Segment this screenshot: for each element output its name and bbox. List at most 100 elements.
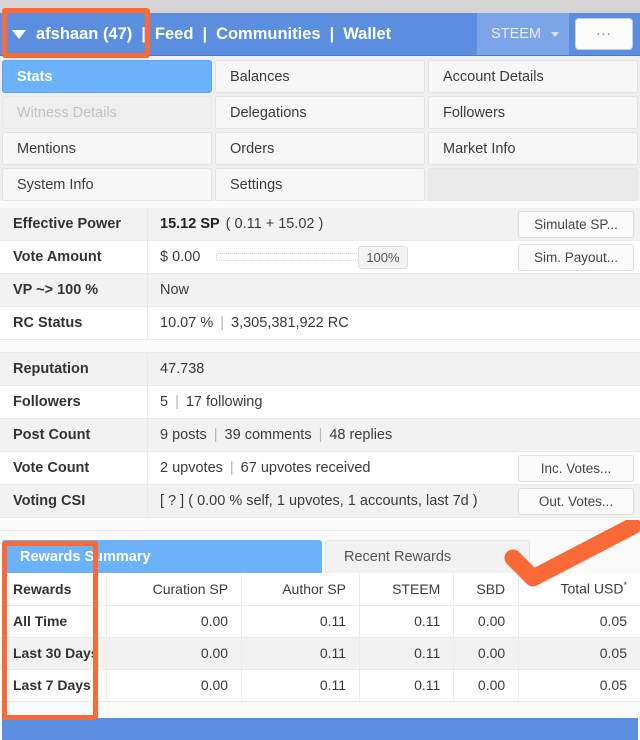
row-period-last-7-days: Last 7 Days <box>0 669 107 702</box>
stat-action-post-count <box>512 419 640 451</box>
rewards-panel: Rewards Summary Recent Rewards Rewards C… <box>0 540 640 715</box>
tab-orders[interactable]: Orders <box>215 132 425 165</box>
stat-label-vote-amount: Vote Amount <box>0 241 148 273</box>
stat-label-voting-csi: Voting CSI <box>0 485 148 517</box>
currency-select-value: STEEM <box>491 26 541 42</box>
replies-count: 48 replies <box>329 427 393 443</box>
rewards-table-head: Rewards Curation SP Author SP STEEM SBD … <box>0 573 640 606</box>
rc-percent: 10.07 % <box>160 315 214 331</box>
tab-system-info[interactable]: System Info <box>2 168 212 201</box>
stat-value-followers: 5 | 17 following <box>148 386 512 418</box>
vote-weight-slider-track[interactable] <box>216 253 367 261</box>
account-name-label[interactable]: afshaan (47) <box>36 25 132 44</box>
voting-csi-value: [ ? ] ( 0.00 % self, 1 upvotes, 1 accoun… <box>160 493 478 509</box>
cell-total-usd-last-30-days: 0.05 <box>518 637 640 670</box>
stat-action-rc-status <box>512 307 640 339</box>
top-gray-strip <box>0 0 640 13</box>
stat-row-followers: Followers 5 | 17 following <box>0 386 640 419</box>
nav-link-feed[interactable]: Feed <box>155 25 194 44</box>
rewards-header-row: Rewards Curation SP Author SP STEEM SBD … <box>0 573 640 606</box>
stat-label-reputation: Reputation <box>0 353 148 385</box>
row-period-last-30-days: Last 30 Days <box>0 637 107 670</box>
account-tab-grid: Stats Balances Account Details Witness D… <box>0 56 640 201</box>
stat-value-reputation: 47.738 <box>148 353 512 385</box>
stat-value-vote-amount: $ 0.00 100% <box>148 241 512 273</box>
tab-settings[interactable]: Settings <box>215 168 425 201</box>
stat-action-simulate-sp: Simulate SP... <box>512 208 640 240</box>
cell-steem-last-7-days: 0.11 <box>359 669 455 702</box>
rc-amount: 3,305,381,922 RC <box>231 315 349 331</box>
bottom-blue-bar <box>2 718 638 740</box>
post-separator-1: | <box>213 427 218 443</box>
chevron-down-icon[interactable] <box>12 29 26 39</box>
upvotes-given: 2 upvotes <box>160 460 223 476</box>
tab-stats[interactable]: Stats <box>2 60 212 93</box>
outgoing-votes-button[interactable]: Out. Votes... <box>518 487 634 515</box>
stat-row-effective-power: Effective Power 15.12 SP ( 0.11 + 15.02 … <box>0 208 640 241</box>
tab-delegations-label: Delegations <box>230 104 307 121</box>
incoming-votes-label: Inc. Votes... <box>540 460 612 476</box>
chevron-down-small-icon <box>551 31 559 37</box>
cell-sbd-last-30-days: 0.00 <box>453 637 520 670</box>
nav-separator-2: | <box>329 24 335 43</box>
steem-account-stats-page: afshaan (47) | Feed | Communities | Wall… <box>0 0 640 740</box>
stat-action-reputation <box>512 353 640 385</box>
tab-witness-details-label: Witness Details <box>17 104 117 121</box>
tab-recent-rewards[interactable]: Recent Rewards <box>325 540 530 573</box>
tab-rewards-summary[interactable]: Rewards Summary <box>2 540 322 573</box>
cell-author-sp-last-30-days: 0.11 <box>241 637 361 670</box>
currency-select[interactable]: STEEM <box>477 13 569 55</box>
nav-link-wallet[interactable]: Wallet <box>343 25 391 44</box>
col-header-rewards: Rewards <box>0 573 107 606</box>
table-row: Last 30 Days 0.00 0.11 0.11 0.00 0.05 <box>0 637 640 670</box>
rewards-table-body: All Time 0.00 0.11 0.11 0.00 0.05 Last 3… <box>0 605 640 702</box>
stat-value-effective-power: 15.12 SP ( 0.11 + 15.02 ) <box>148 208 512 240</box>
stat-action-vp-recovery <box>512 274 640 306</box>
stat-row-rc-status: RC Status 10.07 % | 3,305,381,922 RC <box>0 307 640 340</box>
col-header-steem: STEEM <box>359 573 455 606</box>
stat-row-vote-amount: Vote Amount $ 0.00 100% Sim. Payout... <box>0 241 640 274</box>
vote-weight-percent: 100% <box>358 245 408 269</box>
tab-balances[interactable]: Balances <box>215 60 425 93</box>
vote-weight-slider[interactable]: 100% <box>216 245 408 269</box>
stat-row-post-count: Post Count 9 posts | 39 comments | 48 re… <box>0 419 640 452</box>
header-actions: STEEM ... <box>477 13 640 55</box>
incoming-votes-button[interactable]: Inc. Votes... <box>518 454 634 482</box>
cell-sbd-last-7-days: 0.00 <box>453 669 520 702</box>
tab-mentions[interactable]: Mentions <box>2 132 212 165</box>
nav-link-communities[interactable]: Communities <box>216 25 321 44</box>
tab-account-details-label: Account Details <box>443 68 544 85</box>
tab-account-details[interactable]: Account Details <box>428 60 638 93</box>
stat-row-vote-count: Vote Count 2 upvotes | 67 upvotes receiv… <box>0 452 640 485</box>
stat-label-followers: Followers <box>0 386 148 418</box>
rewards-footer-gap <box>0 701 640 715</box>
cell-curation-sp-last-7-days: 0.00 <box>106 669 243 702</box>
tab-market-info[interactable]: Market Info <box>428 132 638 165</box>
tab-delegations[interactable]: Delegations <box>215 96 425 129</box>
tab-followers[interactable]: Followers <box>428 96 638 129</box>
stats-rewards-divider <box>0 518 640 531</box>
tab-mentions-label: Mentions <box>17 140 76 157</box>
tab-system-info-label: System Info <box>17 176 94 193</box>
stat-value-vote-count: 2 upvotes | 67 upvotes received <box>148 452 512 484</box>
more-options-button[interactable]: ... <box>575 18 633 50</box>
cell-total-usd-last-7-days: 0.05 <box>518 669 640 702</box>
col-header-total-usd: Total USD* <box>518 573 640 606</box>
post-separator-2: | <box>318 427 323 443</box>
sim-payout-button[interactable]: Sim. Payout... <box>518 243 634 271</box>
rewards-table: Rewards Curation SP Author SP STEEM SBD … <box>0 573 640 702</box>
nav-separator-0: | <box>141 24 146 43</box>
stat-row-reputation: Reputation 47.738 <box>0 353 640 386</box>
cell-curation-sp-all-time: 0.00 <box>106 605 243 638</box>
simulate-sp-label: Simulate SP... <box>534 216 618 232</box>
tab-balances-label: Balances <box>230 68 290 85</box>
effective-power-breakdown: ( 0.11 + 15.02 ) <box>225 216 324 232</box>
simulate-sp-button[interactable]: Simulate SP... <box>518 210 634 238</box>
tab-followers-label: Followers <box>443 104 506 121</box>
stat-label-rc-status: RC Status <box>0 307 148 339</box>
stats-group-divider <box>0 340 640 353</box>
vote-count-separator: | <box>229 460 234 476</box>
stat-action-outgoing-votes: Out. Votes... <box>512 485 640 517</box>
stat-action-sim-payout: Sim. Payout... <box>512 241 640 273</box>
stat-label-post-count: Post Count <box>0 419 148 451</box>
